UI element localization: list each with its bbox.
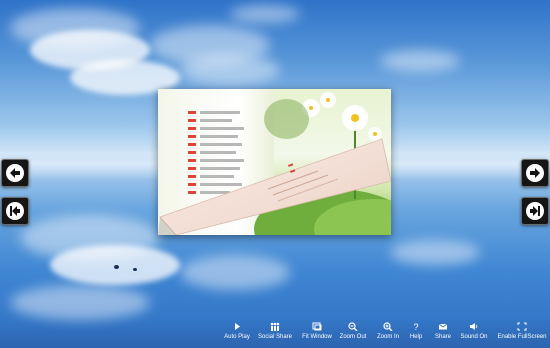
cloud-reflection [180,255,290,290]
arrow-right-icon [526,164,544,182]
social-share-button[interactable]: Social Share [258,322,292,341]
zoom-in-button[interactable]: Zoom In [375,322,401,341]
enable-fullscreen-button[interactable]: Enable FullScreen [497,322,547,341]
cloud-reflection [390,240,480,265]
arrow-left-icon [6,164,24,182]
auto-play-button[interactable]: Auto Play [222,322,252,341]
share-label: Share [434,334,451,340]
help-icon: ? [411,322,421,331]
social-share-icon [270,322,280,331]
bird [133,268,137,271]
next-page-button[interactable] [521,159,549,187]
last-page-button[interactable] [521,197,549,225]
fit-window-label: Fit Window [302,334,332,340]
cloud [380,50,460,72]
zoom-in-label: Zoom In [376,334,399,340]
auto-play-label: Auto Play [224,334,250,340]
social-share-label: Social Share [258,334,293,340]
speaker-icon [469,322,479,331]
help-label: Help [409,334,423,340]
zoom-out-icon [348,322,358,331]
cloud [180,55,280,85]
cloud-reflection [10,285,150,320]
cloud [230,5,300,23]
mail-icon [438,322,448,331]
zoom-out-button[interactable]: Zoom Out [339,322,367,341]
zoom-out-label: Zoom Out [339,334,367,340]
svg-text:?: ? [413,322,418,331]
play-icon [232,322,242,331]
help-button[interactable]: ? Help [406,322,426,341]
zoom-in-icon [383,322,393,331]
bottom-toolbar: Auto Play Social Share Fit Window Zoom O… [0,318,550,348]
fit-window-button[interactable]: Fit Window [301,322,333,341]
last-page-icon [526,202,544,220]
first-page-icon [6,202,24,220]
first-page-button[interactable] [1,197,29,225]
fullscreen-icon [517,322,527,331]
bird [114,265,119,269]
enable-fullscreen-label: Enable FullScreen [497,334,547,340]
flipbook[interactable] [158,89,391,235]
fit-window-icon [312,322,322,331]
sound-on-button[interactable]: Sound On [459,322,489,341]
page-curl[interactable] [158,89,391,235]
previous-page-button[interactable] [1,159,29,187]
sound-on-label: Sound On [460,334,488,340]
share-button[interactable]: Share [432,322,454,341]
